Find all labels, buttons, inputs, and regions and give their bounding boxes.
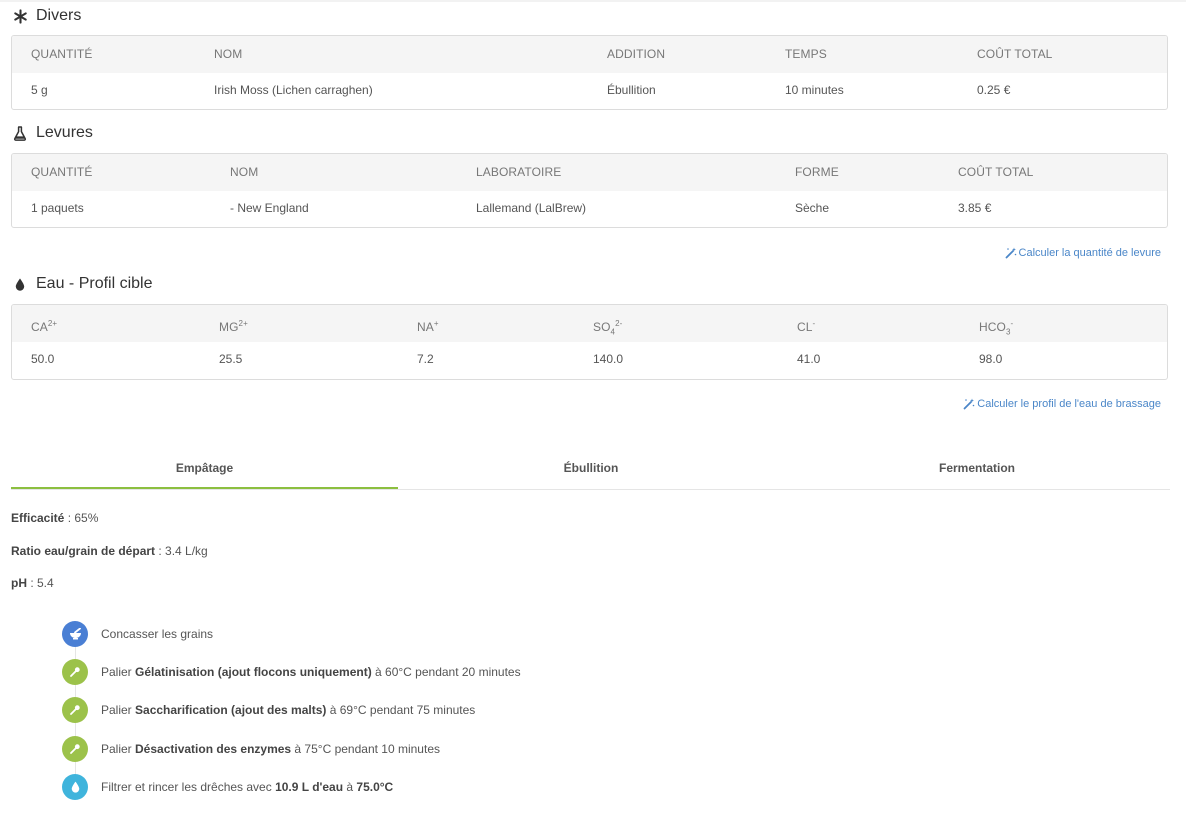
asterisk-icon bbox=[11, 7, 29, 25]
cell-hco3: 98.0 bbox=[979, 352, 1003, 366]
header-quantite: QUANTITÉ bbox=[31, 165, 93, 179]
header-ca: CA2+ bbox=[31, 319, 58, 334]
eau-table: CA2+ MG2+ NA+ SO42- CL- HCO3- 50.0 25.5 7.2 1… bbox=[11, 304, 1168, 380]
cell-so4: 140.0 bbox=[593, 352, 624, 366]
step-filtrer: Filtrer et rincer les drêches avec 10.9 … bbox=[62, 774, 393, 800]
step-saccharification: Palier Saccharification (ajout des malts… bbox=[62, 697, 475, 723]
flask-icon bbox=[11, 124, 29, 142]
tab-ebullition[interactable]: Ébullition bbox=[398, 450, 784, 487]
divers-title: Divers bbox=[36, 7, 82, 24]
ratio-line: Ratio eau/grain de départ : 3.4 L/kg bbox=[11, 544, 208, 558]
divers-table: QUANTITÉ NOM ADDITION TEMPS COÛT TOTAL 5… bbox=[11, 35, 1168, 110]
table-header: CA2+ MG2+ NA+ SO42- CL- HCO3- bbox=[12, 305, 1167, 342]
cell-laboratoire: Lallemand (LalBrew) bbox=[476, 201, 587, 215]
table-row: 1 paquets - New England Lallemand (LalBr… bbox=[12, 191, 1167, 227]
step-text: Palier Gélatinisation (ajout flocons uni… bbox=[101, 665, 521, 679]
header-temps: TEMPS bbox=[785, 47, 827, 61]
tab-fermentation[interactable]: Fermentation bbox=[784, 450, 1170, 487]
cell-mg: 25.5 bbox=[219, 352, 243, 366]
header-quantite: QUANTITÉ bbox=[31, 47, 93, 61]
table-header: QUANTITÉ NOM ADDITION TEMPS COÛT TOTAL bbox=[12, 36, 1167, 73]
magic-wand-icon bbox=[963, 398, 975, 410]
efficacite-value: : 65% bbox=[64, 511, 99, 525]
cell-na: 7.2 bbox=[417, 352, 434, 366]
thermometer-icon bbox=[62, 736, 88, 762]
header-nom: NOM bbox=[230, 165, 259, 179]
top-divider bbox=[0, 0, 1186, 2]
magic-wand-icon bbox=[1005, 247, 1017, 259]
ratio-value: : 3.4 L/kg bbox=[155, 544, 208, 558]
header-cl: CL- bbox=[797, 319, 816, 334]
calculate-yeast-label: Calculer la quantité de levure bbox=[1018, 247, 1161, 259]
eau-title: Eau - Profil cible bbox=[36, 275, 153, 292]
thermometer-icon bbox=[62, 697, 88, 723]
cell-quantite: 1 paquets bbox=[31, 201, 84, 215]
cell-temps: 10 minutes bbox=[785, 83, 844, 97]
step-concasser: Concasser les grains bbox=[62, 621, 213, 647]
efficacite-line: Efficacité : 65% bbox=[11, 511, 98, 525]
header-laboratoire: LABORATOIRE bbox=[476, 165, 562, 179]
table-row: 50.0 25.5 7.2 140.0 41.0 98.0 bbox=[12, 342, 1167, 378]
cell-nom: Irish Moss (Lichen carraghen) bbox=[214, 83, 373, 97]
cell-nom: - New England bbox=[230, 201, 309, 215]
cell-addition: Ébullition bbox=[607, 83, 656, 97]
calculate-water-profile-link[interactable]: Calculer le profil de l'eau de brassage bbox=[963, 398, 1161, 410]
efficacite-label: Efficacité bbox=[11, 511, 65, 525]
process-tabs: Empâtage Ébullition Fermentation bbox=[11, 450, 1170, 490]
cell-cout-total: 3.85 € bbox=[958, 201, 992, 215]
calculate-water-profile-label: Calculer le profil de l'eau de brassage bbox=[977, 398, 1161, 410]
header-cout-total: COÛT TOTAL bbox=[977, 47, 1053, 61]
mortar-icon bbox=[62, 621, 88, 647]
cell-forme: Sèche bbox=[795, 201, 830, 215]
table-row: 5 g Irish Moss (Lichen carraghen) Ébulli… bbox=[12, 73, 1167, 109]
cell-ca: 50.0 bbox=[31, 352, 55, 366]
header-addition: ADDITION bbox=[607, 47, 666, 61]
header-nom: NOM bbox=[214, 47, 243, 61]
header-na: NA+ bbox=[417, 319, 439, 334]
step-desactivation: Palier Désactivation des enzymes à 75°C … bbox=[62, 736, 440, 762]
cell-cout-total: 0.25 € bbox=[977, 83, 1011, 97]
header-mg: MG2+ bbox=[219, 319, 248, 334]
step-gelatinisation: Palier Gélatinisation (ajout flocons uni… bbox=[62, 659, 521, 685]
levures-table: QUANTITÉ NOM LABORATOIRE FORME COÛT TOTA… bbox=[11, 153, 1168, 228]
calculate-yeast-link[interactable]: Calculer la quantité de levure bbox=[1005, 247, 1161, 259]
table-header: QUANTITÉ NOM LABORATOIRE FORME COÛT TOTA… bbox=[12, 154, 1167, 191]
step-text: Filtrer et rincer les drêches avec 10.9 … bbox=[101, 780, 394, 794]
water-drop-icon bbox=[62, 774, 88, 800]
thermometer-icon bbox=[62, 659, 88, 685]
step-text: Palier Saccharification (ajout des malts… bbox=[101, 703, 476, 717]
header-forme: FORME bbox=[795, 165, 839, 179]
drop-icon bbox=[11, 275, 29, 293]
ph-value: : 5.4 bbox=[27, 576, 54, 590]
levures-section-title: Levures bbox=[11, 122, 93, 144]
tab-empatage[interactable]: Empâtage bbox=[11, 450, 398, 489]
divers-section-title: Divers bbox=[11, 5, 81, 27]
ph-label: pH bbox=[11, 576, 27, 590]
cell-quantite: 5 g bbox=[31, 83, 48, 97]
ratio-label: Ratio eau/grain de départ bbox=[11, 544, 156, 558]
ph-line: pH : 5.4 bbox=[11, 576, 54, 590]
cell-cl: 41.0 bbox=[797, 352, 821, 366]
levures-title: Levures bbox=[36, 124, 93, 141]
step-text: Palier Désactivation des enzymes à 75°C … bbox=[101, 742, 440, 756]
header-cout-total: COÛT TOTAL bbox=[958, 165, 1034, 179]
eau-section-title: Eau - Profil cible bbox=[11, 273, 153, 295]
step-text: Concasser les grains bbox=[101, 627, 214, 641]
